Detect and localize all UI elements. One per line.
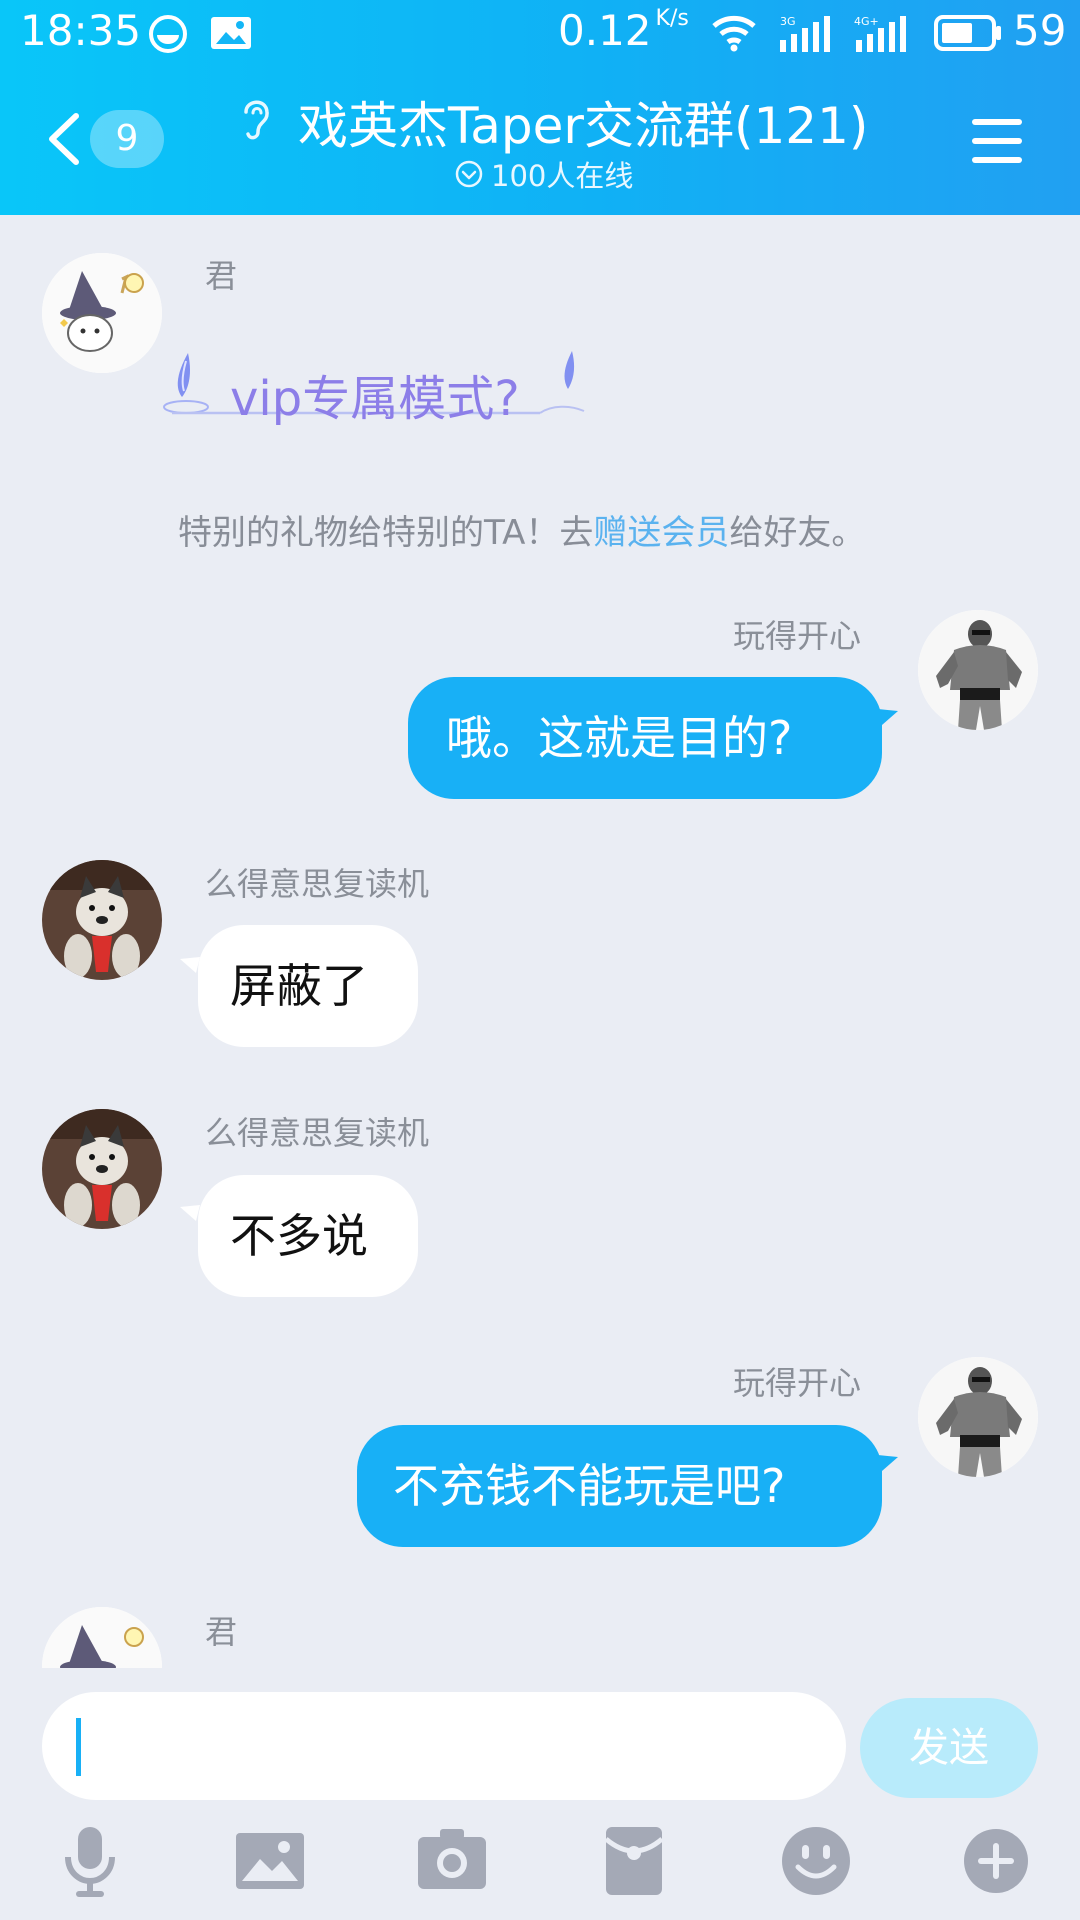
outgoing-message-bubble[interactable]: 不充钱不能玩是吧? xyxy=(357,1425,882,1547)
vip-sticker[interactable]: vip专属模式? xyxy=(160,343,600,459)
group-title[interactable]: 戏英杰Taper交流群(121) xyxy=(298,86,868,158)
sender-name: 么得意思复读机 xyxy=(205,865,430,903)
vip-sticker-text: vip专属模式? xyxy=(230,371,520,427)
emoji-icon[interactable] xyxy=(778,1823,854,1899)
gift-vip-link[interactable]: 赠送会员 xyxy=(593,513,729,553)
message-input[interactable] xyxy=(42,1692,846,1800)
ear-mode-icon[interactable] xyxy=(236,94,276,142)
messenger-icon xyxy=(149,15,187,53)
avatar[interactable] xyxy=(918,1357,1038,1477)
signal-4g-icon: 4G+ xyxy=(854,15,906,52)
bubble-tail xyxy=(180,1205,200,1221)
input-bar: 发送 xyxy=(0,1668,1080,1920)
plus-icon[interactable] xyxy=(958,1823,1034,1899)
incoming-message-bubble[interactable]: 屏蔽了 xyxy=(198,925,418,1047)
menu-icon[interactable] xyxy=(970,116,1024,166)
battery-icon xyxy=(934,15,1001,51)
avatar[interactable] xyxy=(42,1607,162,1668)
unread-count-badge[interactable]: 9 xyxy=(90,110,164,168)
incoming-message-bubble[interactable]: 不多说 xyxy=(198,1175,418,1297)
image-icon[interactable] xyxy=(232,1823,308,1899)
microphone-icon[interactable] xyxy=(52,1823,128,1899)
husky-avatar-icon xyxy=(42,1109,162,1229)
wizard-cat-avatar-icon xyxy=(42,1607,162,1668)
online-status: 100人在线 xyxy=(455,154,633,194)
text-cursor xyxy=(76,1718,81,1776)
svg-text:3G: 3G xyxy=(780,15,796,28)
sender-name: 玩得开心 xyxy=(733,617,862,655)
wifi-icon xyxy=(712,15,756,52)
battery-level: 59 xyxy=(1013,6,1067,55)
chevron-circle-icon xyxy=(455,160,483,188)
fighter-avatar-icon xyxy=(918,1357,1038,1477)
fighter-avatar-icon xyxy=(918,610,1038,730)
wizard-cat-avatar-icon xyxy=(42,253,162,373)
sender-name: 玩得开心 xyxy=(733,1364,862,1402)
net-speed: 0.12 K/s xyxy=(558,6,689,55)
red-packet-icon[interactable] xyxy=(596,1823,672,1899)
outgoing-message-bubble[interactable]: 哦。这就是目的? xyxy=(408,677,882,799)
gallery-notification-icon xyxy=(211,17,251,49)
camera-icon[interactable] xyxy=(414,1823,490,1899)
signal-3g-icon: 3G xyxy=(780,15,830,52)
avatar[interactable] xyxy=(42,860,162,980)
chat-list[interactable]: 君 vip专属模式? 特别的礼物给特别的TA！去赠送会员给好友。 玩得开心 哦。… xyxy=(0,215,1080,1668)
svg-text:4G+: 4G+ xyxy=(854,15,879,28)
status-bar: 18:35 0.12 K/s 3G 4G+ 59 xyxy=(0,0,1080,66)
sender-name: 君 xyxy=(205,1613,238,1651)
system-tip: 特别的礼物给特别的TA！去赠送会员给好友。 xyxy=(178,513,866,553)
husky-avatar-icon xyxy=(42,860,162,980)
bubble-tail xyxy=(878,1455,898,1471)
avatar[interactable] xyxy=(918,610,1038,730)
bubble-tail xyxy=(180,957,200,973)
sender-name: 么得意思复读机 xyxy=(205,1114,430,1152)
title-bar: 18:35 0.12 K/s 3G 4G+ 59 9 戏英杰Taper交流群(1… xyxy=(0,0,1080,215)
back-chevron-icon[interactable] xyxy=(44,112,84,166)
avatar[interactable] xyxy=(42,1109,162,1229)
avatar[interactable] xyxy=(42,253,162,373)
sender-name: 君 xyxy=(205,257,238,295)
bubble-tail xyxy=(878,709,898,725)
online-count: 100人在线 xyxy=(491,159,634,193)
status-time: 18:35 xyxy=(20,6,142,55)
send-button[interactable]: 发送 xyxy=(860,1698,1038,1798)
